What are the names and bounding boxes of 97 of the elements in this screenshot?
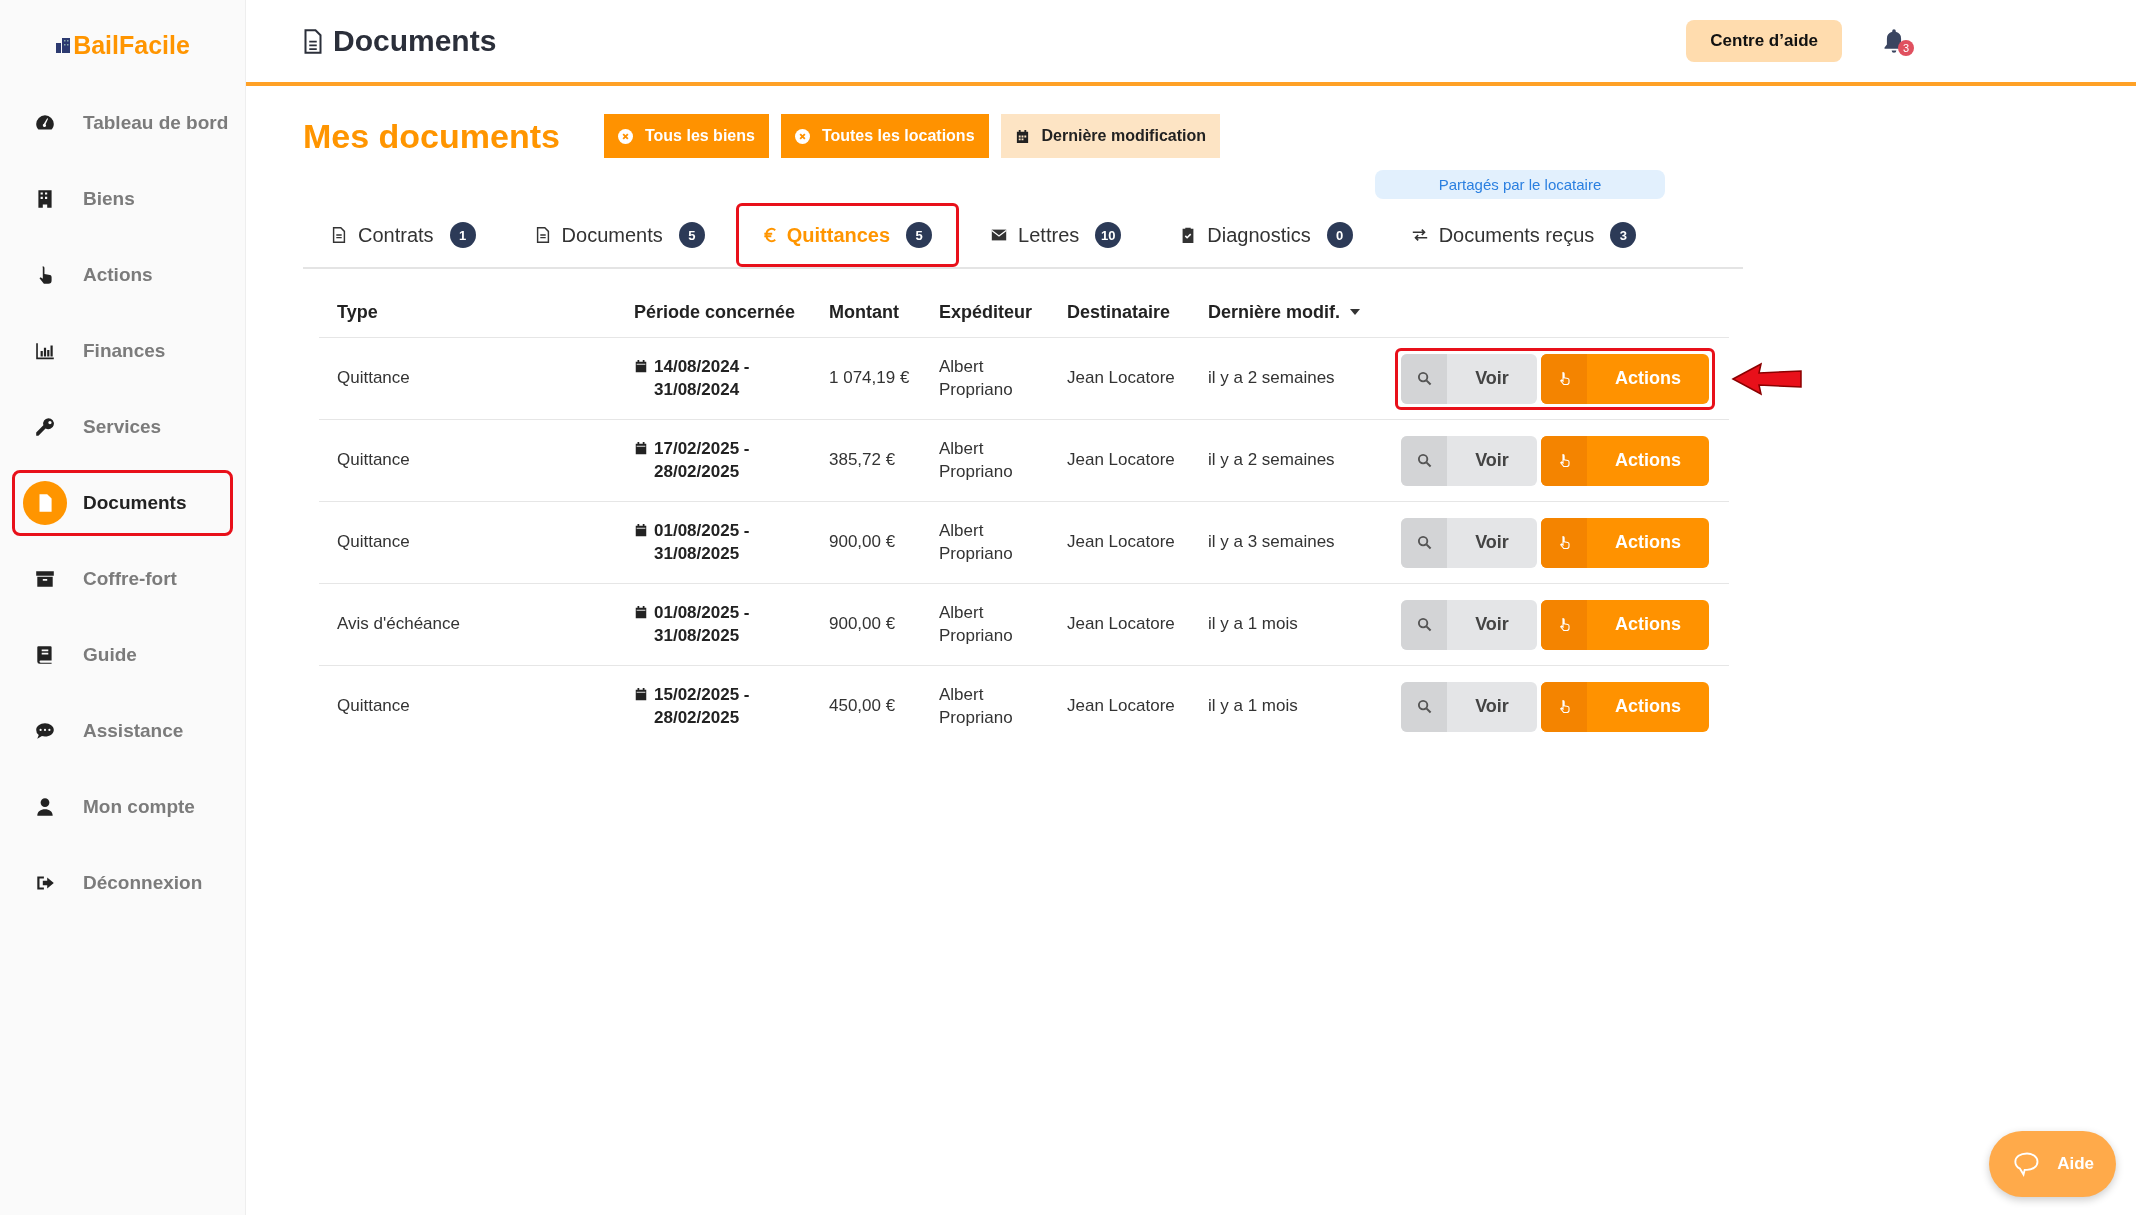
notification-count: 3 [1898, 40, 1914, 56]
column-header: Type [337, 301, 379, 323]
file-icon [303, 28, 323, 54]
actions-button[interactable]: Actions [1541, 517, 1709, 568]
close-icon [794, 128, 810, 144]
page-header-title: Documents [333, 24, 497, 58]
table-cell-text: 15/02/2025 - 28/02/2025 [654, 684, 751, 729]
sidebar-item[interactable]: Documents [12, 470, 233, 536]
table-cell-text: il y a 1 mois [1208, 695, 1299, 718]
column-header: Montant [829, 301, 900, 323]
table-cell-text: Albert Propriano [939, 684, 1014, 729]
table-cell-text: il y a 1 mois [1208, 613, 1299, 636]
table-cell-text: Albert Propriano [939, 356, 1014, 401]
table-cell-text: Albert Propriano [939, 438, 1014, 483]
view-button[interactable]: Voir [1401, 599, 1537, 650]
sort-caret-icon[interactable] [1350, 309, 1361, 315]
sidebar-item[interactable]: Tableau de bord [12, 90, 233, 156]
calendar-icon [634, 359, 648, 374]
filter-button[interactable]: Tous les biens [603, 114, 769, 158]
table-cell-text: il y a 2 semaines [1208, 449, 1336, 472]
tab[interactable]: Contrats 1 [303, 203, 503, 267]
sidebar-item[interactable]: Biens [12, 166, 233, 232]
archive-box-icon [34, 568, 56, 590]
calendar-icon [634, 523, 648, 538]
close-icon [617, 128, 633, 144]
actions-button[interactable]: Actions [1541, 435, 1709, 486]
sidebar-item[interactable]: Finances [12, 318, 233, 384]
user-icon [34, 796, 56, 818]
table-cell-text: Jean Locatore [1067, 695, 1176, 718]
table-cell-text: Quittance [337, 449, 411, 472]
calendar-icon [634, 605, 648, 620]
table-cell-text: Avis d'échéance [337, 613, 461, 636]
table-cell-text: Quittance [337, 695, 411, 718]
chat-bubble-icon [34, 720, 56, 742]
search-icon [1416, 371, 1432, 386]
sidebar-item[interactable]: Déconnexion [12, 850, 233, 916]
view-button[interactable]: Voir [1401, 517, 1537, 568]
calendar-icon [1014, 128, 1030, 144]
search-icon [1416, 535, 1432, 550]
actions-button[interactable]: Actions [1541, 681, 1709, 732]
table-cell-text: 1 074,19 € [829, 367, 911, 390]
table-cell-text: Albert Propriano [939, 602, 1014, 647]
tab[interactable]: Documents 5 [506, 203, 732, 267]
table-cell-text: 17/02/2025 - 28/02/2025 [654, 438, 751, 483]
column-header: Période concernée [634, 301, 797, 323]
table-cell-text: 14/08/2024 - 31/08/2024 [654, 356, 751, 401]
table-cell-text: 385,72 € [829, 449, 897, 472]
table-cell-text: il y a 2 semaines [1208, 367, 1336, 390]
calendar-icon [634, 687, 648, 702]
file-icon [330, 226, 348, 244]
table-cell-text: 01/08/2025 - 31/08/2025 [654, 520, 751, 565]
table-cell-text: Jean Locatore [1067, 531, 1176, 554]
sidebar-item[interactable]: Guide [12, 622, 233, 688]
pointer-arrow [1731, 360, 1803, 397]
shared-by-tenant-label: Partagés par le locataire [1375, 170, 1665, 199]
table-cell-text: 01/08/2025 - 31/08/2025 [654, 602, 751, 647]
table-cell-text: Jean Locatore [1067, 367, 1176, 390]
swap-arrows-icon [1410, 226, 1429, 244]
tab[interactable]: Lettres 10 [963, 203, 1149, 267]
table-cell-text: Jean Locatore [1067, 449, 1176, 472]
view-button[interactable]: Voir [1401, 353, 1537, 404]
table-cell-text: 900,00 € [829, 613, 897, 636]
table-cell-text: Jean Locatore [1067, 613, 1176, 636]
tab[interactable]: Diagnostics 0 [1152, 203, 1380, 267]
column-header: Expéditeur [939, 301, 1034, 323]
table-cell-text: il y a 3 semaines [1208, 531, 1336, 554]
euro-icon [762, 226, 777, 244]
sidebar-item[interactable]: Actions [12, 242, 233, 308]
table-cell-text: 450,00 € [829, 695, 897, 718]
sidebar-item[interactable]: Assistance [12, 698, 233, 764]
table-cell-text: Quittance [337, 531, 411, 554]
table-cell-text: Quittance [337, 367, 411, 390]
building-logo-icon [55, 37, 72, 53]
tab[interactable]: Quittances 5 [735, 203, 960, 267]
search-icon [1416, 617, 1432, 632]
brand-name: BailFacile [73, 30, 190, 60]
sidebar-item[interactable]: Services [12, 394, 233, 460]
page-title: Mes documents [303, 116, 560, 156]
view-button[interactable]: Voir [1401, 435, 1537, 486]
search-icon [1416, 453, 1432, 468]
sidebar-item[interactable]: Coffre-fort [12, 546, 233, 612]
table-cell-text: 900,00 € [829, 531, 897, 554]
tab[interactable]: Documents reçus 3 [1383, 203, 1664, 267]
table-cell-text: Albert Propriano [939, 520, 1014, 565]
column-header[interactable]: Dernière modif. [1208, 301, 1398, 323]
actions-button[interactable]: Actions [1541, 599, 1709, 650]
actions-button[interactable]: Actions [1541, 353, 1709, 404]
sidebar-item[interactable]: Mon compte [12, 774, 233, 840]
column-header: Destinataire [1067, 301, 1172, 323]
filter-button[interactable]: Dernière modification [1000, 114, 1220, 158]
help-center-button[interactable]: Centre d’aide [1686, 20, 1842, 62]
bar-chart-icon [34, 340, 56, 362]
calendar-icon [634, 441, 648, 456]
key-icon [34, 416, 56, 438]
search-icon [1416, 699, 1432, 714]
filter-button[interactable]: Toutes les locations [780, 114, 989, 158]
view-button[interactable]: Voir [1401, 681, 1537, 732]
